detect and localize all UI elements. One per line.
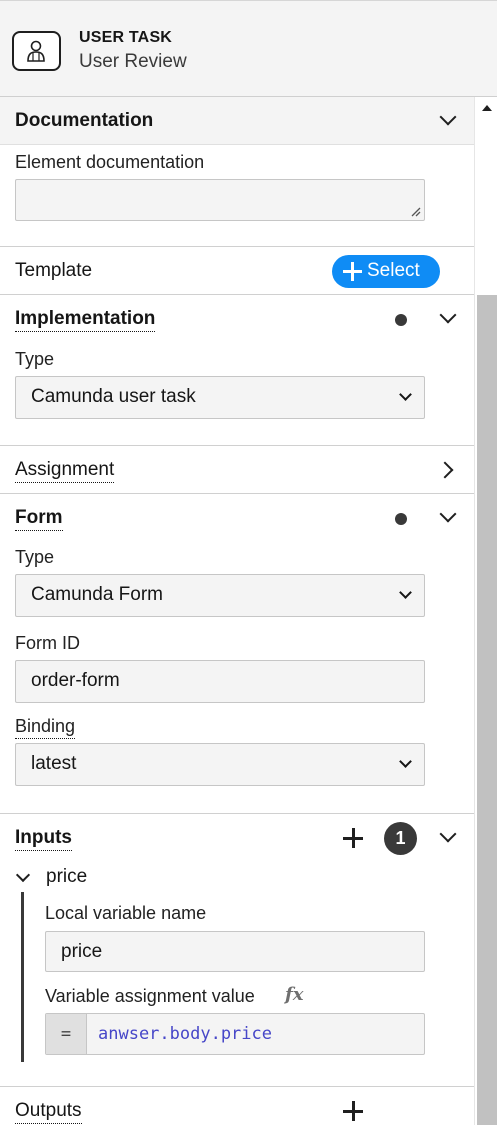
chevron-down-icon[interactable] (15, 867, 31, 883)
template-title: Template (15, 260, 93, 281)
resize-grip-icon[interactable] (409, 205, 421, 217)
local-variable-label: Local variable name (45, 903, 207, 923)
feel-fx-icon: fx (285, 984, 304, 1005)
group-outputs-title: Outputs (15, 1100, 82, 1124)
group-implementation: Implementation Type Camunda user task (0, 295, 474, 446)
chevron-down-icon (399, 586, 412, 599)
chevron-down-icon (399, 388, 412, 401)
input-item-indent-bar (21, 892, 24, 1062)
group-implementation-title: Implementation (15, 308, 156, 332)
scrollbar-thumb[interactable] (477, 295, 497, 1125)
documentation-label: Element documentation (15, 152, 205, 172)
select-template-label: Select (367, 260, 420, 281)
scroll-up-arrow-icon[interactable] (482, 105, 492, 111)
chevron-down-icon[interactable] (439, 825, 457, 843)
group-template: Template Select (0, 247, 474, 295)
properties-panel-scroll[interactable]: Documentation Element documentation Temp… (0, 97, 474, 1125)
group-documentation-title: Documentation (15, 110, 154, 131)
binding-select[interactable]: latest (15, 743, 425, 786)
group-inputs-header[interactable]: Inputs 1 (0, 814, 474, 862)
group-form-title: Form (15, 507, 63, 531)
has-value-dot-icon (395, 513, 407, 525)
chevron-down-icon (399, 755, 412, 768)
group-documentation-header[interactable]: Documentation (0, 97, 474, 145)
chevron-right-icon[interactable] (436, 461, 454, 479)
plus-icon (343, 262, 362, 281)
group-outputs-header[interactable]: Outputs (0, 1087, 474, 1125)
documentation-textarea[interactable] (15, 179, 425, 221)
group-inputs: Inputs 1 price Local variable name price… (0, 814, 474, 1087)
feel-equals-icon: = (46, 1014, 87, 1054)
input-item-name[interactable]: price (46, 866, 87, 888)
local-variable-input[interactable]: price (45, 931, 425, 972)
inputs-count-badge: 1 (384, 822, 417, 855)
add-output-plus-icon[interactable] (343, 1101, 363, 1121)
group-form-header[interactable]: Form (0, 494, 474, 542)
vertical-scrollbar[interactable] (474, 97, 497, 1125)
has-value-dot-icon (395, 314, 407, 326)
assignment-value-label: Variable assignment value (45, 986, 255, 1006)
element-name: User Review (79, 51, 187, 72)
group-assignment-title: Assignment (15, 459, 115, 483)
assignment-value-editor[interactable]: = anwser.body.price (45, 1013, 425, 1055)
element-type: USER TASK (79, 29, 173, 46)
group-implementation-header[interactable]: Implementation (0, 295, 474, 343)
implementation-type-select[interactable]: Camunda user task (15, 376, 425, 419)
group-assignment-header[interactable]: Assignment (0, 446, 474, 494)
group-assignment: Assignment (0, 446, 474, 494)
chevron-down-icon[interactable] (439, 108, 457, 126)
group-documentation: Documentation Element documentation (0, 97, 474, 247)
chevron-down-icon[interactable] (439, 505, 457, 523)
form-id-label: Form ID (15, 633, 80, 653)
implementation-type-value: Camunda user task (31, 386, 196, 407)
form-type-select[interactable]: Camunda Form (15, 574, 425, 617)
assignment-value-code[interactable]: anwser.body.price (98, 1024, 272, 1044)
binding-label: Binding (15, 716, 76, 739)
form-type-value: Camunda Form (31, 584, 163, 605)
binding-value: latest (31, 753, 77, 774)
group-outputs: Outputs (0, 1087, 474, 1125)
group-form: Form Type Camunda Form Form ID order-for… (0, 494, 474, 814)
implementation-type-label: Type (15, 349, 55, 369)
chevron-down-icon[interactable] (439, 306, 457, 324)
form-type-label: Type (15, 547, 55, 567)
select-template-button[interactable]: Select (332, 255, 440, 288)
properties-header: USER TASK User Review (0, 0, 497, 97)
user-task-icon (12, 31, 61, 71)
form-id-input[interactable]: order-form (15, 660, 425, 703)
add-input-plus-icon[interactable] (343, 828, 363, 848)
group-inputs-title: Inputs (15, 827, 72, 851)
